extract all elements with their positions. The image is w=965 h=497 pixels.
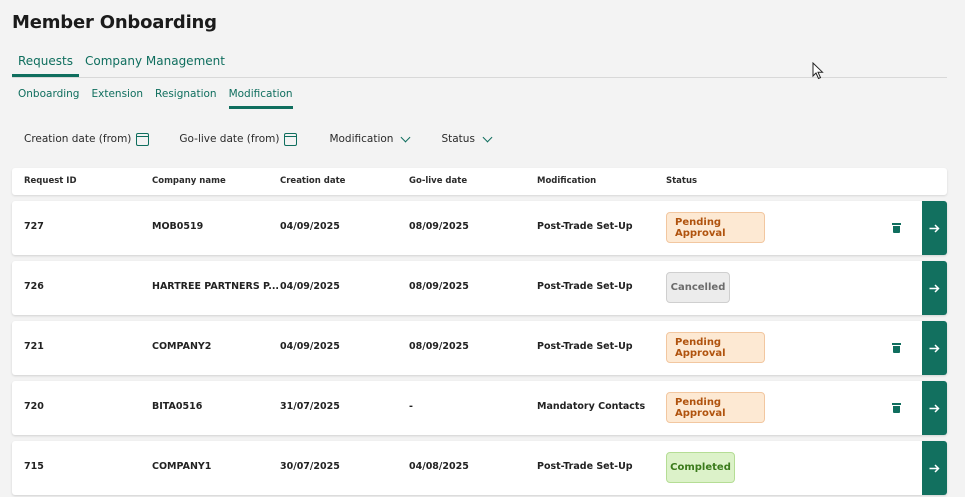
golive-date: 08/09/2025 <box>409 281 469 292</box>
tab-company-management[interactable]: Company Management <box>79 50 231 77</box>
status-filter-dropdown[interactable]: Status <box>441 130 493 148</box>
open-request-button[interactable] <box>922 381 947 435</box>
modification-type: Mandatory Contacts <box>537 401 646 412</box>
subtab-modification[interactable]: Modification <box>228 88 293 109</box>
main-tabs: Requests Company Management <box>12 50 947 78</box>
col-status[interactable]: Status <box>666 176 697 186</box>
golive-date: 08/09/2025 <box>409 221 469 232</box>
arrow-right-icon <box>929 463 940 473</box>
status-badge: Pending Approval <box>666 392 765 423</box>
chevron-down-icon <box>482 132 493 142</box>
modification-filter-dropdown[interactable]: Modification <box>329 130 411 148</box>
modification-filter-label: Modification <box>329 133 394 145</box>
arrow-right-icon <box>929 283 940 293</box>
page-title: Member Onboarding <box>12 12 217 33</box>
company-name: MOB0519 <box>152 221 204 232</box>
creation-date-filter-label: Creation date (from) <box>24 133 132 145</box>
trash-icon[interactable] <box>892 343 901 353</box>
arrow-right-icon <box>929 343 940 353</box>
request-id: 726 <box>24 281 44 292</box>
col-golive-date[interactable]: Go-live date <box>409 176 467 186</box>
company-name: HARTREE PARTNERS P... <box>152 281 280 292</box>
request-id: 720 <box>24 401 44 412</box>
status-badge: Pending Approval <box>666 212 765 243</box>
request-id: 721 <box>24 341 44 352</box>
open-request-button[interactable] <box>922 261 947 315</box>
status-badge: Pending Approval <box>666 332 765 363</box>
col-modification[interactable]: Modification <box>537 176 596 186</box>
table-row[interactable]: 727 MOB0519 04/09/2025 08/09/2025 Post-T… <box>12 201 947 255</box>
golive-date: - <box>409 401 413 412</box>
golive-date: 08/09/2025 <box>409 341 469 352</box>
creation-date-filter[interactable]: Creation date (from) <box>24 130 150 148</box>
filter-bar: Creation date (from) Go-live date (from)… <box>24 130 493 148</box>
calendar-icon[interactable] <box>284 132 298 146</box>
col-company-name[interactable]: Company name <box>152 176 226 186</box>
creation-date: 31/07/2025 <box>280 401 340 412</box>
open-request-button[interactable] <box>922 201 947 255</box>
col-creation-date[interactable]: Creation date <box>280 176 345 186</box>
status-badge: Completed <box>666 452 735 483</box>
company-name: BITA0516 <box>152 401 203 412</box>
creation-date: 30/07/2025 <box>280 461 340 472</box>
arrow-right-icon <box>929 403 940 413</box>
chevron-down-icon <box>401 132 411 142</box>
modification-type: Post-Trade Set-Up <box>537 341 633 352</box>
trash-icon[interactable] <box>892 223 901 233</box>
creation-date: 04/09/2025 <box>280 221 340 232</box>
table-row[interactable]: 715 COMPANY1 30/07/2025 04/08/2025 Post-… <box>12 441 947 495</box>
subtab-onboarding[interactable]: Onboarding <box>18 88 79 109</box>
company-name: COMPANY2 <box>152 341 212 352</box>
golive-date-filter-label: Go-live date (from) <box>179 133 280 145</box>
open-request-button[interactable] <box>922 321 947 375</box>
status-filter-label: Status <box>441 133 475 145</box>
creation-date: 04/09/2025 <box>280 341 340 352</box>
trash-icon[interactable] <box>892 403 901 413</box>
modification-type: Post-Trade Set-Up <box>537 461 633 472</box>
table-row[interactable]: 720 BITA0516 31/07/2025 - Mandatory Cont… <box>12 381 947 435</box>
sub-tabs: Onboarding Extension Resignation Modific… <box>18 88 305 109</box>
open-request-button[interactable] <box>922 441 947 495</box>
subtab-extension[interactable]: Extension <box>91 88 143 109</box>
calendar-icon[interactable] <box>136 132 150 146</box>
modification-type: Post-Trade Set-Up <box>537 221 633 232</box>
golive-date-filter[interactable]: Go-live date (from) <box>179 130 298 148</box>
table-row[interactable]: 726 HARTREE PARTNERS P... 04/09/2025 08/… <box>12 261 947 315</box>
mouse-cursor-icon <box>812 62 824 80</box>
request-id: 727 <box>24 221 44 232</box>
subtab-resignation[interactable]: Resignation <box>155 88 217 109</box>
table-row[interactable]: 721 COMPANY2 04/09/2025 08/09/2025 Post-… <box>12 321 947 375</box>
tab-requests[interactable]: Requests <box>12 50 79 77</box>
creation-date: 04/09/2025 <box>280 281 340 292</box>
company-name: COMPANY1 <box>152 461 212 472</box>
modification-type: Post-Trade Set-Up <box>537 281 633 292</box>
table-header: Request ID Company name Creation date Go… <box>12 168 947 195</box>
status-badge: Cancelled <box>666 272 730 303</box>
col-request-id[interactable]: Request ID <box>24 176 77 186</box>
golive-date: 04/08/2025 <box>409 461 469 472</box>
arrow-right-icon <box>929 223 940 233</box>
request-id: 715 <box>24 461 44 472</box>
